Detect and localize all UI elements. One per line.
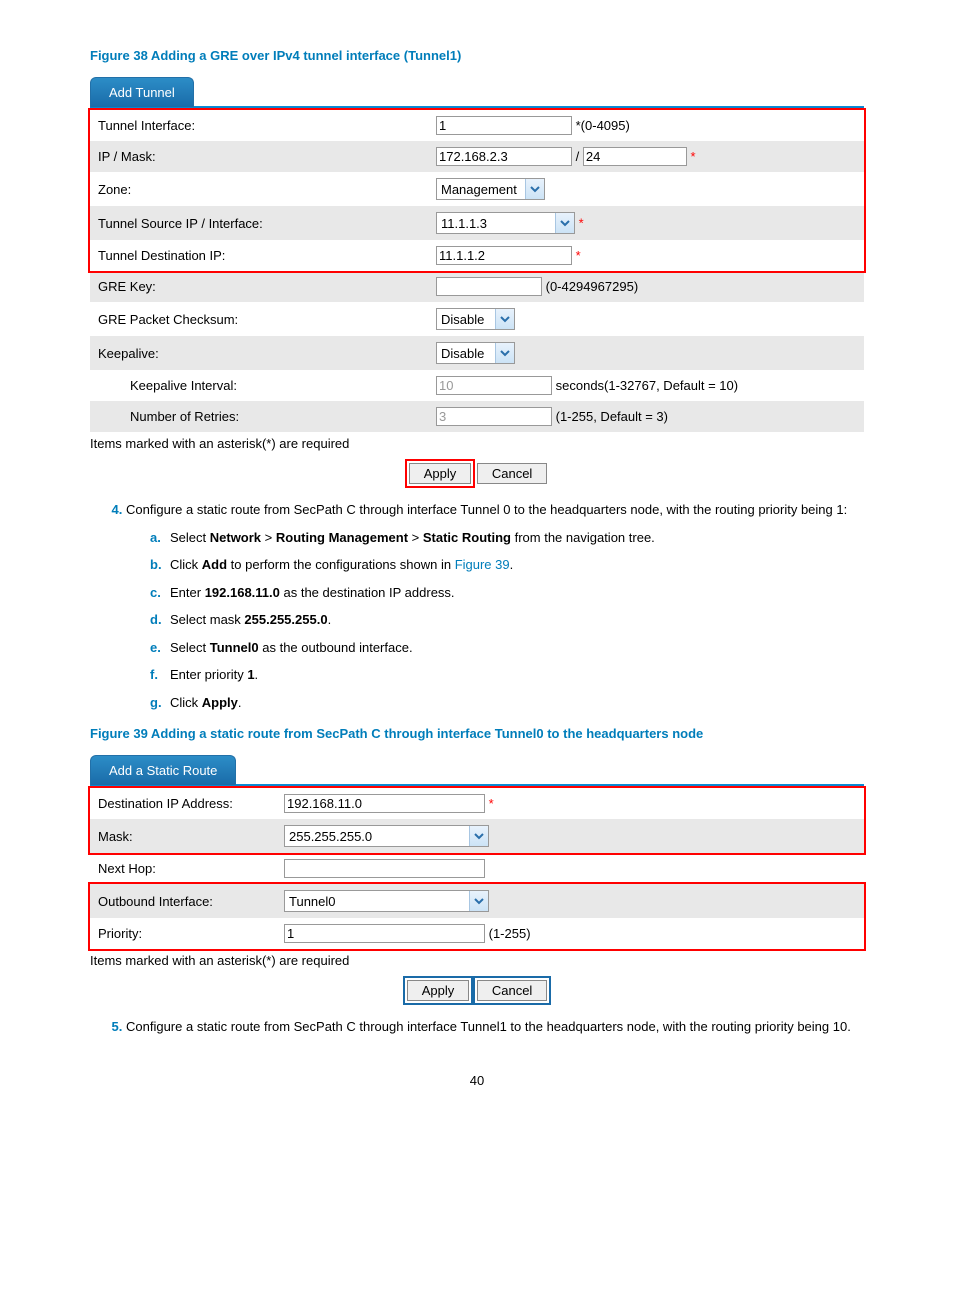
- step-4: Configure a static route from SecPath C …: [126, 500, 864, 712]
- figure39-link[interactable]: Figure 39: [455, 557, 510, 572]
- ka-interval-label: Keepalive Interval:: [90, 370, 428, 401]
- outif-label: Outbound Interface:: [90, 884, 276, 918]
- chevron-down-icon: [495, 343, 514, 363]
- ip-mask-label: IP / Mask:: [90, 141, 428, 172]
- required-note-2: Items marked with an asterisk(*) are req…: [90, 953, 864, 968]
- nexthop-label: Next Hop:: [90, 853, 276, 884]
- priority2-input[interactable]: [284, 924, 485, 943]
- cancel-button-2[interactable]: Cancel: [477, 980, 547, 1001]
- tunnel-interface-input[interactable]: [436, 116, 572, 135]
- cancel-button[interactable]: Cancel: [477, 463, 547, 484]
- tunnel-dst-input[interactable]: [436, 246, 572, 265]
- step-4a: a. Select Network > Routing Management >…: [150, 528, 864, 548]
- tunnel-src-select[interactable]: 11.1.1.3: [436, 212, 575, 234]
- required-asterisk: *: [691, 149, 696, 164]
- mask2-select[interactable]: 255.255.255.0: [284, 825, 489, 847]
- tunnel-form-panel: Add Tunnel Tunnel Interface: *(0-4095) I…: [90, 77, 864, 486]
- retries-label: Number of Retries:: [90, 401, 428, 432]
- apply-button-2[interactable]: Apply: [407, 980, 470, 1001]
- tunnel-dst-label: Tunnel Destination IP:: [90, 240, 428, 271]
- gre-key-label: GRE Key:: [90, 271, 428, 302]
- checksum-select[interactable]: Disable: [436, 308, 515, 330]
- dest-ip-label: Destination IP Address:: [90, 788, 276, 819]
- add-static-route-tab[interactable]: Add a Static Route: [90, 755, 236, 785]
- gre-key-input[interactable]: [436, 277, 542, 296]
- ka-interval-input: [436, 376, 552, 395]
- zone-label: Zone:: [90, 172, 428, 206]
- chevron-down-icon: [525, 179, 544, 199]
- required-asterisk: *: [579, 216, 584, 231]
- add-tunnel-tab[interactable]: Add Tunnel: [90, 77, 194, 107]
- priority2-hint: (1-255): [489, 926, 531, 941]
- figure39-title: Figure 39 Adding a static route from Sec…: [90, 726, 864, 741]
- step-4b: b. Click Add to perform the configuratio…: [150, 555, 864, 575]
- step-list-5: Configure a static route from SecPath C …: [90, 1017, 864, 1037]
- step-4d: d. Select mask 255.255.255.0.: [150, 610, 864, 630]
- step-5: Configure a static route from SecPath C …: [126, 1017, 864, 1037]
- outif-select[interactable]: Tunnel0: [284, 890, 489, 912]
- chevron-down-icon: [469, 826, 488, 846]
- checksum-label: GRE Packet Checksum:: [90, 302, 428, 336]
- static-route-table: Destination IP Address: * Mask: 255.255.…: [90, 788, 864, 949]
- step-4g: g. Click Apply.: [150, 693, 864, 713]
- tunnel-form-table: Tunnel Interface: *(0-4095) IP / Mask: /…: [90, 110, 864, 432]
- mask2-label: Mask:: [90, 819, 276, 853]
- page-number: 40: [90, 1073, 864, 1088]
- priority2-label: Priority:: [90, 918, 276, 949]
- zone-select[interactable]: Management: [436, 178, 545, 200]
- apply-button[interactable]: Apply: [409, 463, 472, 484]
- required-note: Items marked with an asterisk(*) are req…: [90, 436, 864, 451]
- tunnel-src-label: Tunnel Source IP / Interface:: [90, 206, 428, 240]
- nexthop-input[interactable]: [284, 859, 485, 878]
- required-asterisk: *: [576, 248, 581, 263]
- figure38-title: Figure 38 Adding a GRE over IPv4 tunnel …: [90, 48, 864, 63]
- step-4f: f. Enter priority 1.: [150, 665, 864, 685]
- chevron-down-icon: [469, 891, 488, 911]
- keepalive-label: Keepalive:: [90, 336, 428, 370]
- required-asterisk: *: [489, 796, 494, 811]
- step-4c: c. Enter 192.168.11.0 as the destination…: [150, 583, 864, 603]
- ip-input[interactable]: [436, 147, 572, 166]
- static-route-panel: Add a Static Route Destination IP Addres…: [90, 755, 864, 1003]
- chevron-down-icon: [495, 309, 514, 329]
- tunnel-interface-label: Tunnel Interface:: [90, 110, 428, 141]
- mask-separator: /: [576, 149, 580, 164]
- step-4e: e. Select Tunnel0 as the outbound interf…: [150, 638, 864, 658]
- keepalive-select[interactable]: Disable: [436, 342, 515, 364]
- chevron-down-icon: [555, 213, 574, 233]
- tunnel-interface-hint: *(0-4095): [576, 118, 630, 133]
- dest-ip-input[interactable]: [284, 794, 485, 813]
- retries-hint: (1-255, Default = 3): [556, 409, 668, 424]
- gre-key-hint: (0-4294967295): [546, 279, 639, 294]
- retries-input: [436, 407, 552, 426]
- mask-input[interactable]: [583, 147, 687, 166]
- step-list: Configure a static route from SecPath C …: [90, 500, 864, 712]
- ka-interval-hint: seconds(1-32767, Default = 10): [556, 378, 738, 393]
